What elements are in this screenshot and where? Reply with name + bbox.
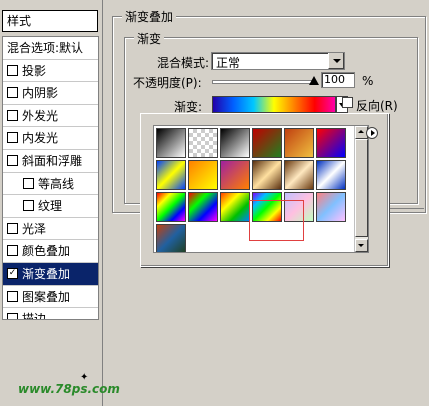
style-item[interactable]: 斜面和浮雕 bbox=[3, 150, 98, 173]
style-item-checkbox[interactable] bbox=[7, 132, 18, 144]
style-item-label: 颜色叠加 bbox=[22, 244, 71, 259]
style-item[interactable]: 描边 bbox=[3, 308, 98, 320]
gradient-swatch[interactable] bbox=[316, 160, 346, 190]
opacity-slider-thumb[interactable] bbox=[309, 76, 319, 85]
opacity-unit: % bbox=[362, 74, 374, 88]
style-item-label: 混合选项:默认 bbox=[7, 41, 84, 55]
style-item-checkbox[interactable] bbox=[7, 154, 18, 166]
gradient-swatch[interactable] bbox=[284, 160, 314, 190]
scrollbar-thumb[interactable] bbox=[355, 139, 368, 237]
gradient-swatch[interactable] bbox=[156, 128, 186, 158]
style-item-checkbox[interactable] bbox=[7, 290, 18, 302]
layer-style-panel: 样式 混合选项:默认投影内阴影外发光内发光斜面和浮雕等高线纹理光泽颜色叠加 ✓ 渐变… bbox=[0, 0, 120, 406]
gradient-swatch[interactable] bbox=[156, 224, 186, 252]
chevron-down-icon[interactable] bbox=[328, 53, 344, 69]
style-item-label: 内发光 bbox=[22, 131, 59, 146]
style-item-label: 斜面和浮雕 bbox=[22, 153, 83, 168]
gradient-swatch[interactable] bbox=[252, 128, 282, 158]
style-item-label: 外发光 bbox=[22, 108, 59, 123]
style-item-label: 图案叠加 bbox=[22, 289, 71, 304]
blend-mode-select[interactable]: 正常 bbox=[211, 52, 345, 70]
style-item-checkbox[interactable] bbox=[7, 245, 18, 257]
reverse-checkbox[interactable] bbox=[342, 97, 353, 108]
style-item[interactable]: 投影 bbox=[3, 60, 98, 83]
gradient-preview[interactable] bbox=[212, 96, 336, 113]
gradient-swatch[interactable] bbox=[156, 160, 186, 190]
picker-menu-icon[interactable] bbox=[366, 127, 378, 139]
gradient-swatch[interactable] bbox=[220, 192, 250, 222]
style-item-checkbox[interactable] bbox=[7, 222, 18, 234]
gradient-swatch-grid bbox=[153, 125, 369, 253]
style-item[interactable]: 等高线 bbox=[3, 173, 98, 196]
style-item[interactable]: 纹理 bbox=[3, 195, 98, 218]
style-item[interactable]: 内发光 bbox=[3, 127, 98, 150]
style-item[interactable]: 图案叠加 bbox=[3, 286, 98, 309]
style-item[interactable]: ✓ 渐变叠加 bbox=[3, 262, 98, 286]
gradient-swatch[interactable] bbox=[252, 160, 282, 190]
blend-mode-label: 混合模式: bbox=[157, 56, 210, 70]
gradient-swatch[interactable] bbox=[284, 128, 314, 158]
gradient-swatch[interactable] bbox=[188, 160, 218, 190]
style-item[interactable]: 光泽 bbox=[3, 218, 98, 241]
gradient-overlay-title: 渐变叠加 bbox=[122, 8, 177, 25]
gradient-swatch[interactable] bbox=[156, 192, 186, 222]
style-item-checkbox[interactable] bbox=[7, 313, 18, 319]
style-item-label: 渐变叠加 bbox=[22, 266, 71, 281]
gradient-swatch[interactable] bbox=[220, 160, 250, 190]
styles-header[interactable]: 样式 bbox=[2, 10, 98, 32]
style-item[interactable]: 混合选项:默认 bbox=[3, 37, 98, 60]
opacity-input[interactable]: 100 bbox=[321, 72, 355, 88]
style-item-checkbox[interactable] bbox=[7, 109, 18, 121]
picker-scrollbar[interactable] bbox=[354, 126, 368, 252]
style-item-checkbox[interactable]: ✓ bbox=[7, 267, 18, 279]
style-item-label: 投影 bbox=[22, 63, 47, 78]
style-item-checkbox[interactable] bbox=[23, 177, 34, 189]
blend-mode-value: 正常 bbox=[216, 56, 241, 70]
opacity-label: 不透明度(P): bbox=[133, 76, 202, 90]
style-item-checkbox[interactable] bbox=[23, 200, 34, 212]
scroll-down-icon[interactable] bbox=[355, 239, 368, 252]
gradient-section-title: 渐变 bbox=[134, 30, 165, 47]
gradient-picker-popup bbox=[140, 113, 389, 267]
style-item[interactable]: 外发光 bbox=[3, 105, 98, 128]
style-item-checkbox[interactable] bbox=[7, 64, 18, 76]
reverse-label[interactable]: 反向(R) bbox=[356, 97, 398, 114]
gradient-overlay-settings: 渐变叠加 渐变 混合模式: 正常 不透明度(P): 100 % 渐变: 反向(R… bbox=[102, 0, 429, 406]
style-item[interactable]: 颜色叠加 bbox=[3, 240, 98, 263]
style-list: 混合选项:默认投影内阴影外发光内发光斜面和浮雕等高线纹理光泽颜色叠加 ✓ 渐变叠加图… bbox=[2, 36, 99, 320]
selection-highlight bbox=[249, 200, 304, 241]
gradient-swatch[interactable] bbox=[188, 192, 218, 222]
gradient-swatch[interactable] bbox=[316, 128, 346, 158]
style-item-label: 等高线 bbox=[38, 176, 75, 191]
style-item-label: 描边 bbox=[22, 312, 47, 320]
style-item-label: 纹理 bbox=[38, 199, 63, 214]
style-item-checkbox[interactable] bbox=[7, 87, 18, 99]
gradient-swatch[interactable] bbox=[188, 128, 218, 158]
opacity-slider[interactable] bbox=[212, 80, 314, 84]
gradient-swatch[interactable] bbox=[316, 192, 346, 222]
style-item[interactable]: 内阴影 bbox=[3, 82, 98, 105]
style-item-label: 内阴影 bbox=[22, 86, 59, 101]
gradient-swatch[interactable] bbox=[220, 128, 250, 158]
style-item-label: 光泽 bbox=[22, 221, 47, 236]
